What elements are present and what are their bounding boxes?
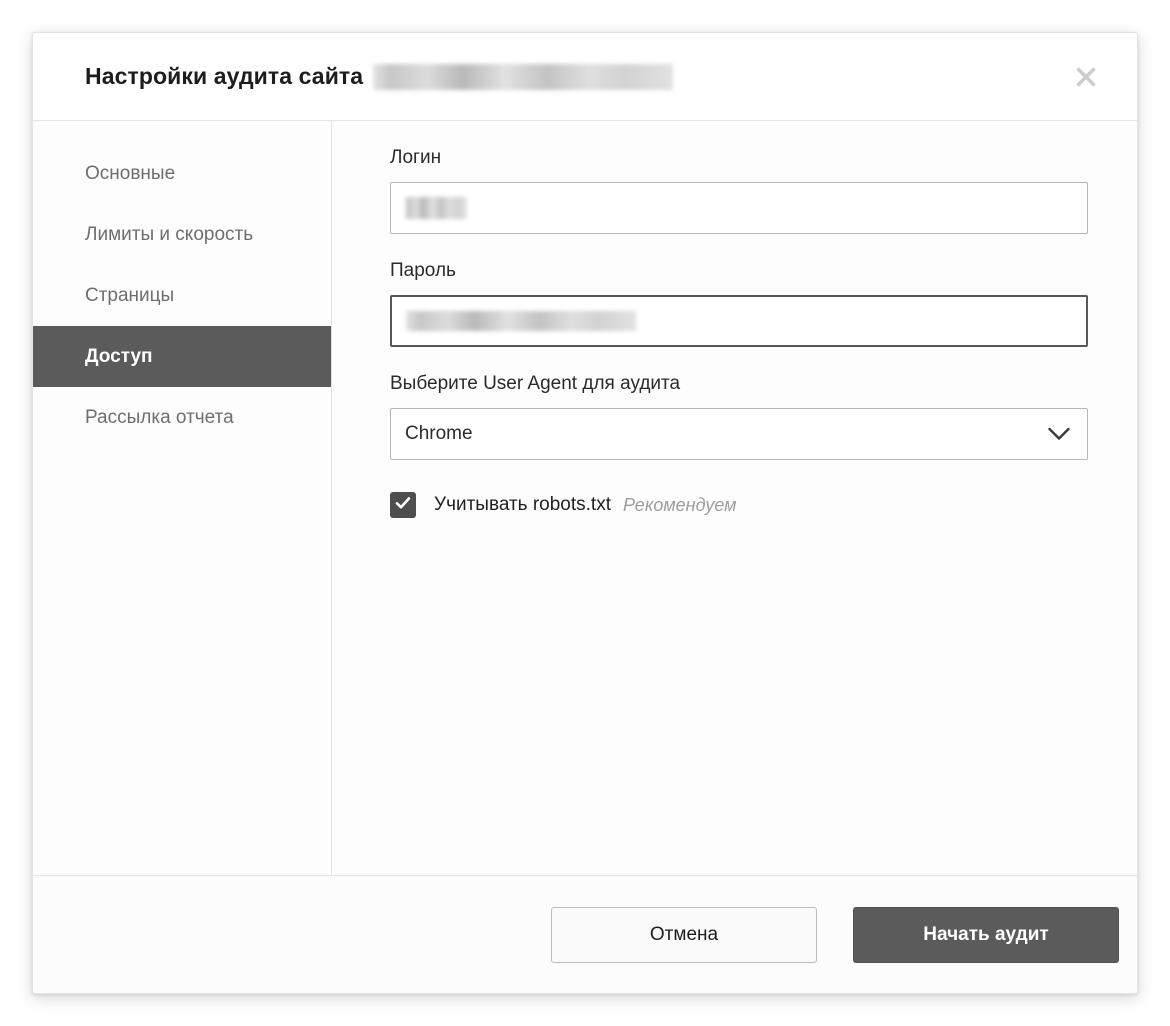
login-input[interactable] (390, 182, 1088, 234)
user-agent-select[interactable]: Chrome (390, 408, 1088, 460)
redacted-password-value (406, 311, 636, 331)
sidebar-item-label: Лимиты и скорость (85, 223, 254, 245)
user-agent-selected-value: Chrome (405, 423, 473, 444)
audit-settings-dialog: Настройки аудита сайта Основные Лимиты и… (32, 32, 1138, 994)
sidebar-item-report-mailing[interactable]: Рассылка отчета (33, 387, 331, 448)
page-root: Настройки аудита сайта Основные Лимиты и… (0, 0, 1170, 1026)
password-input[interactable] (390, 295, 1088, 347)
login-label: Логин (390, 147, 442, 168)
sidebar-item-label: Страницы (85, 284, 175, 306)
robots-checkbox-label[interactable]: Учитывать robots.txt (434, 494, 611, 516)
sidebar-item-basic[interactable]: Основные (33, 143, 331, 204)
chevron-down-icon (1047, 426, 1071, 442)
dialog-body: Основные Лимиты и скорость Страницы Дост… (33, 121, 1137, 875)
robots-checkbox-row: Учитывать robots.txt Рекомендуем (390, 492, 1088, 518)
dialog-header: Настройки аудита сайта (33, 33, 1137, 121)
sidebar-item-pages[interactable]: Страницы (33, 265, 331, 326)
close-icon (1073, 64, 1099, 90)
settings-content-access: Логин Пароль Выберите User Agent для ауд… (332, 121, 1137, 875)
sidebar-item-limits-and-speed[interactable]: Лимиты и скорость (33, 204, 331, 265)
login-field-group: Логин (390, 147, 1088, 234)
dialog-title-text: Настройки аудита сайта (85, 62, 364, 89)
password-label: Пароль (390, 260, 456, 281)
robots-checkbox[interactable] (390, 492, 416, 518)
user-agent-field-group: Выберите User Agent для аудита Chrome (390, 373, 1088, 460)
sidebar-item-access[interactable]: Доступ (33, 326, 331, 387)
close-button[interactable] (1065, 56, 1107, 98)
start-audit-button[interactable]: Начать аудит (853, 906, 1119, 963)
settings-sidebar: Основные Лимиты и скорость Страницы Дост… (33, 121, 332, 875)
password-field-group: Пароль (390, 260, 1088, 347)
redacted-login-value (405, 197, 467, 219)
page-title: Настройки аудита сайта (85, 62, 674, 91)
check-icon (394, 494, 412, 517)
redacted-site-name (373, 64, 674, 91)
cancel-button[interactable]: Отмена (551, 906, 817, 963)
user-agent-label: Выберите User Agent для аудита (390, 373, 681, 394)
sidebar-item-label: Основные (85, 162, 176, 184)
dialog-footer: Отмена Начать аудит (33, 875, 1137, 993)
sidebar-item-label: Рассылка отчета (85, 406, 234, 428)
sidebar-item-label: Доступ (85, 345, 153, 367)
robots-recommended-hint: Рекомендуем (623, 494, 737, 515)
